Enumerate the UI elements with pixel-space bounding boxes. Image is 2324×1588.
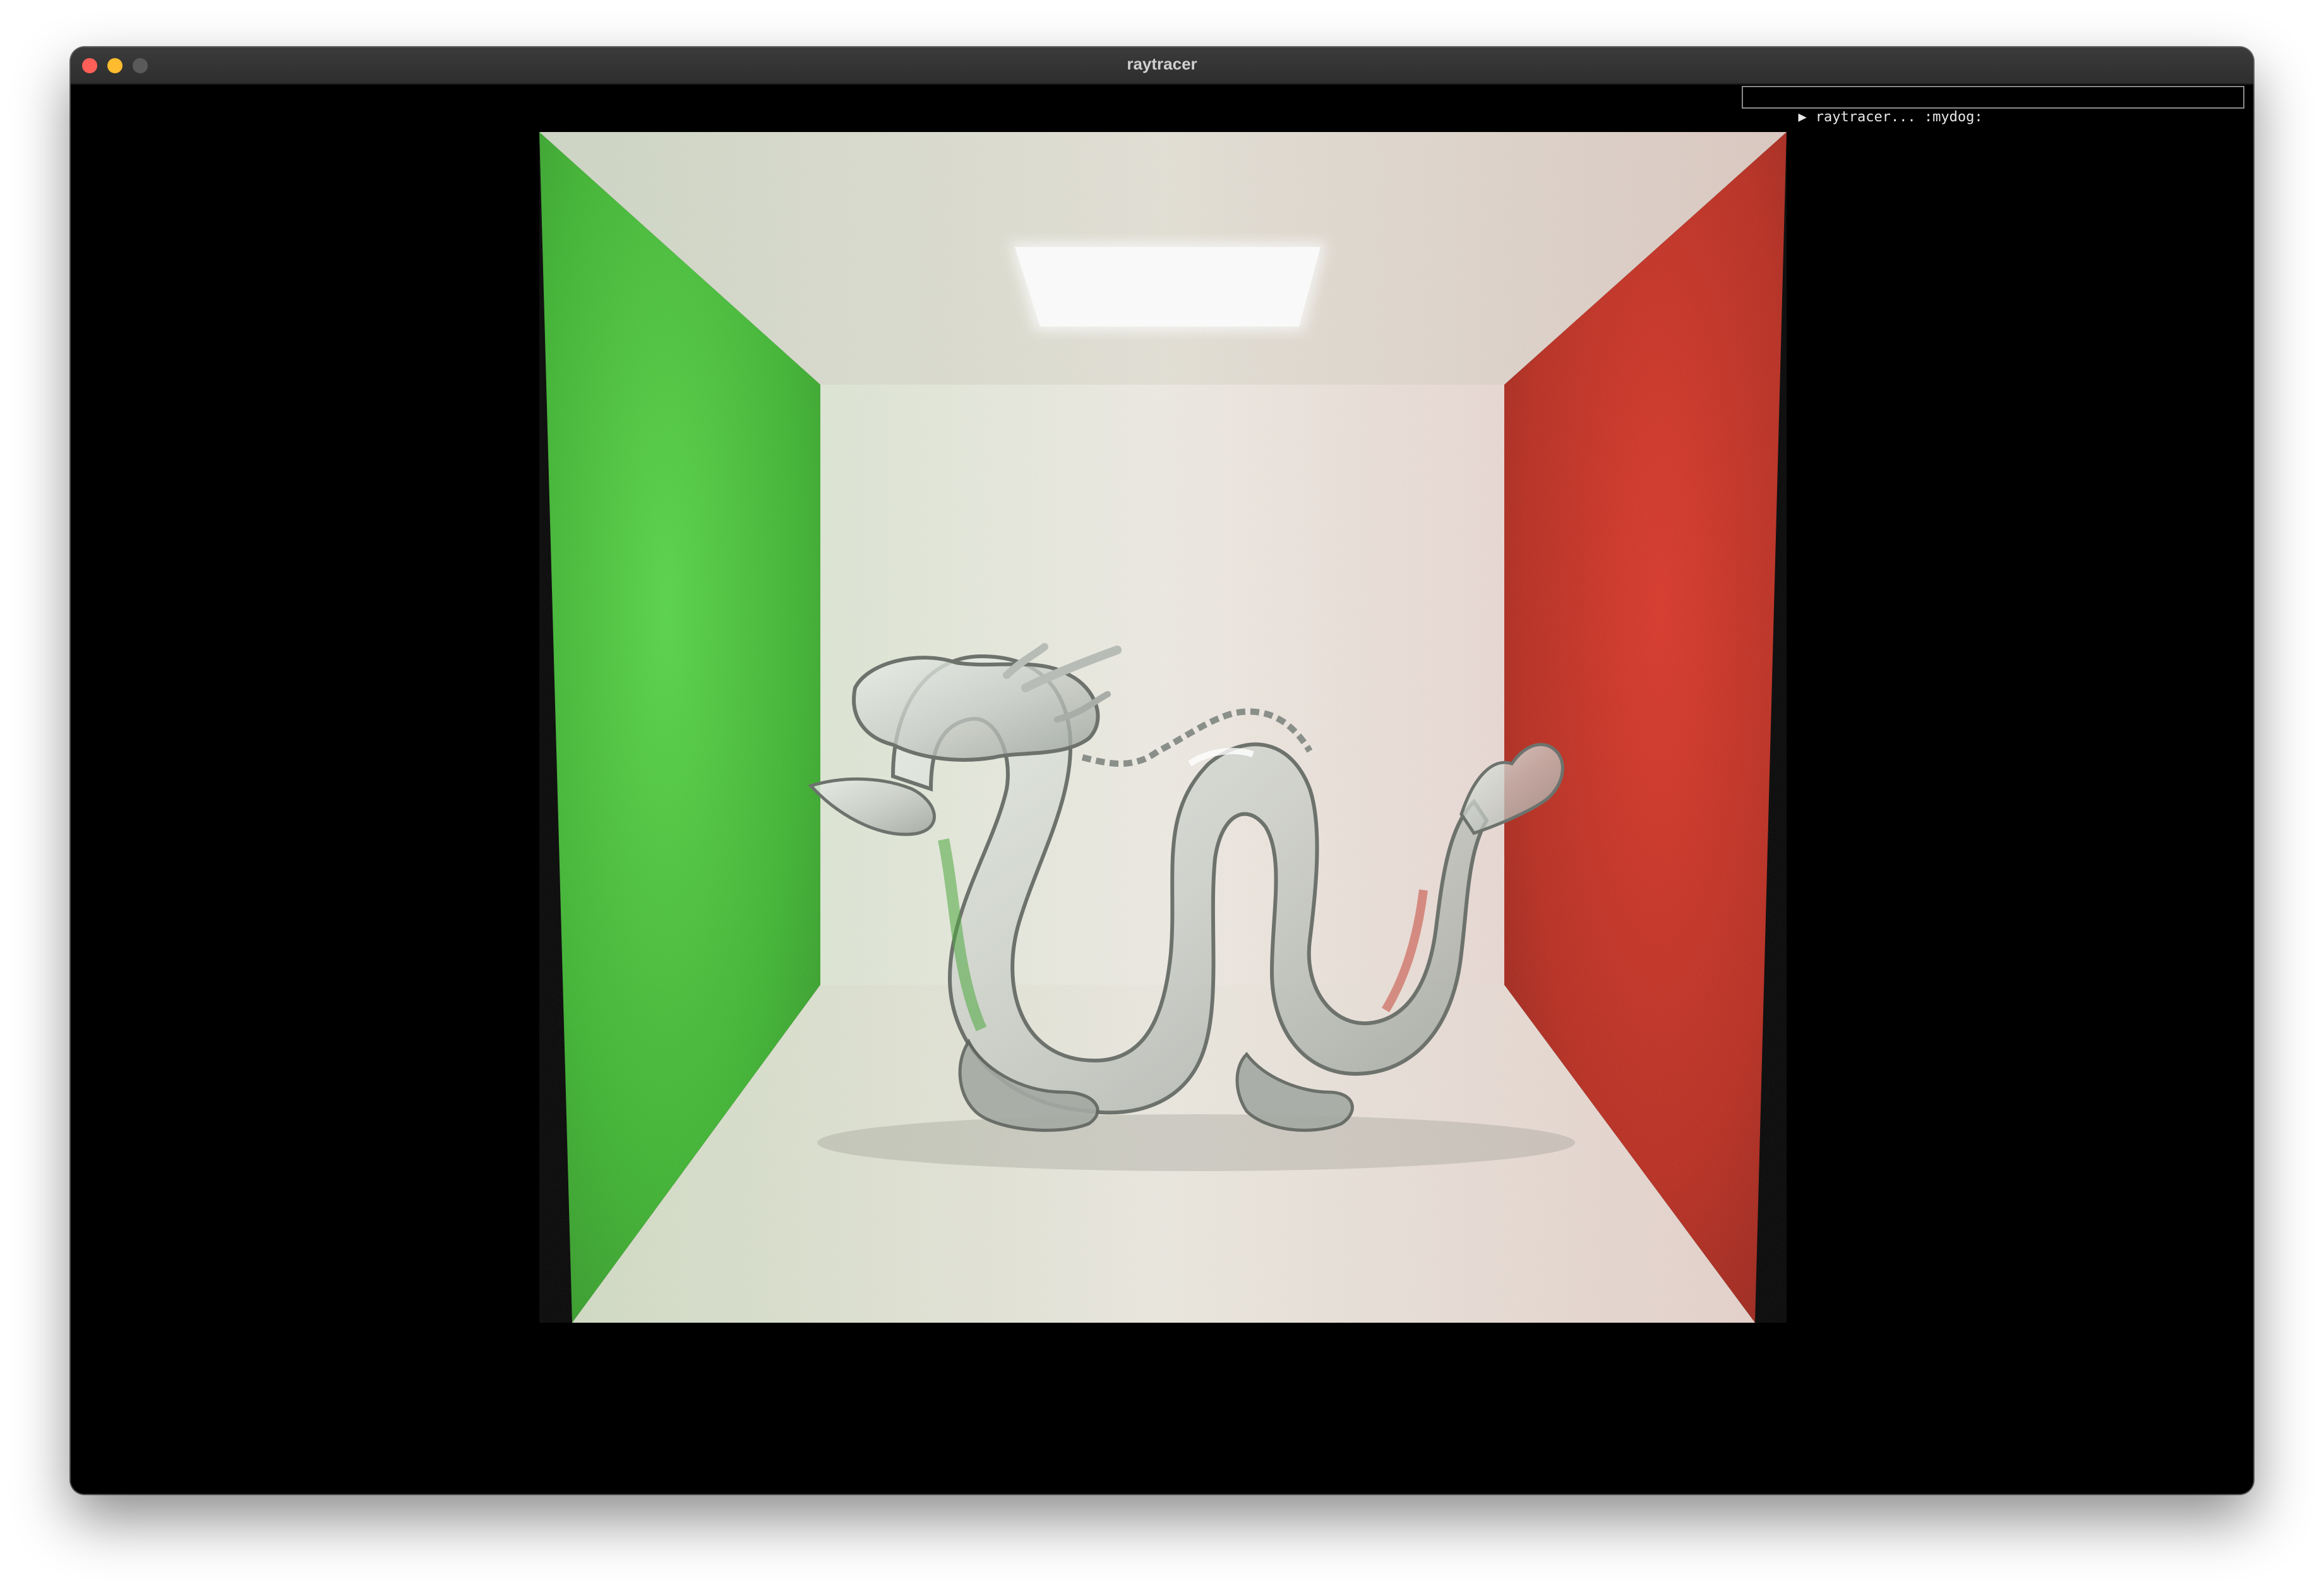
window-title: raytracer — [1127, 54, 1197, 73]
dragon-shadow — [817, 1114, 1575, 1171]
console-text: raytracer... :mydog: — [1815, 109, 1983, 125]
app-window: raytracer ▶ raytracer... :mydog: — [71, 47, 2253, 1494]
console-input[interactable]: ▶ raytracer... :mydog: — [1742, 86, 2244, 125]
render-image — [539, 132, 1787, 1323]
title-bar[interactable]: raytracer — [71, 47, 2253, 85]
play-triangle-icon: ▶ — [1798, 109, 1807, 125]
render-viewport: ▶ raytracer... :mydog: — [71, 85, 2253, 1494]
